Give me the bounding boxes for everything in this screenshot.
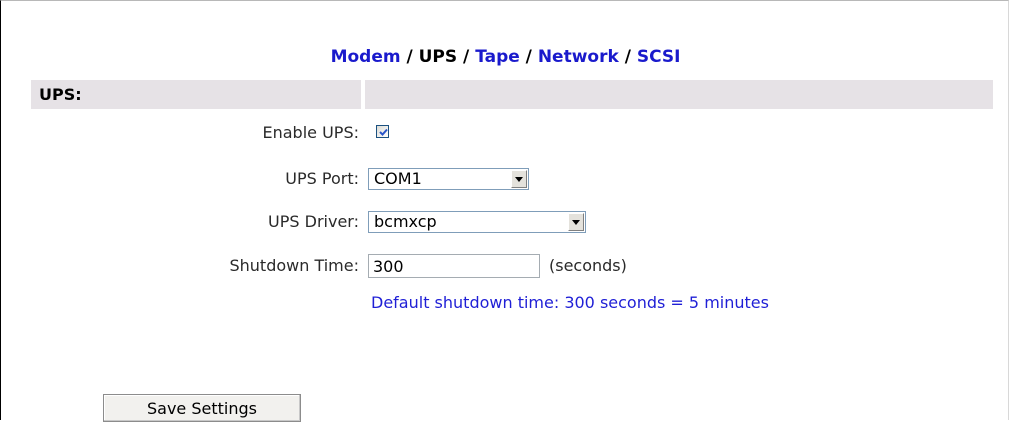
subnav-current-ups: UPS xyxy=(418,47,458,67)
chevron-down-icon xyxy=(515,177,523,182)
subnav-link-tape[interactable]: Tape xyxy=(475,47,520,67)
checkmark-icon xyxy=(379,128,388,136)
subnav-link-modem[interactable]: Modem xyxy=(331,47,401,67)
subnav-separator: / xyxy=(618,47,637,67)
section-title: UPS: xyxy=(39,85,82,104)
shutdown-time-unit: (seconds) xyxy=(549,256,627,275)
save-settings-button[interactable]: Save Settings xyxy=(103,394,301,422)
ups-port-dropdown-button[interactable] xyxy=(511,170,527,188)
default-shutdown-note: Default shutdown time: 300 seconds = 5 m… xyxy=(371,293,769,312)
enable-ups-checkbox[interactable] xyxy=(376,125,389,138)
subnav-separator: / xyxy=(519,47,538,67)
enable-ups-label: Enable UPS: xyxy=(262,123,360,142)
ups-driver-label: UPS Driver: xyxy=(268,212,359,231)
ups-port-value: COM1 xyxy=(374,169,422,188)
ups-port-select[interactable]: COM1 xyxy=(368,168,529,190)
subnav-separator: / xyxy=(400,47,419,67)
shutdown-time-input[interactable] xyxy=(368,254,540,278)
subnav-link-scsi[interactable]: SCSI xyxy=(637,47,681,67)
ups-driver-value: bcmxcp xyxy=(374,212,437,231)
chevron-down-icon xyxy=(572,220,580,225)
ups-port-label: UPS Port: xyxy=(285,169,359,188)
subnav-link-network[interactable]: Network xyxy=(538,47,619,67)
ups-driver-select[interactable]: bcmxcp xyxy=(368,211,586,233)
shutdown-time-label: Shutdown Time: xyxy=(229,256,359,275)
section-header-fill xyxy=(365,80,993,109)
subnav: Modem / UPS / Tape / Network / SCSI xyxy=(0,47,1011,67)
ups-driver-dropdown-button[interactable] xyxy=(568,213,584,231)
section-header: UPS: xyxy=(31,80,361,109)
subnav-separator: / xyxy=(457,47,476,67)
